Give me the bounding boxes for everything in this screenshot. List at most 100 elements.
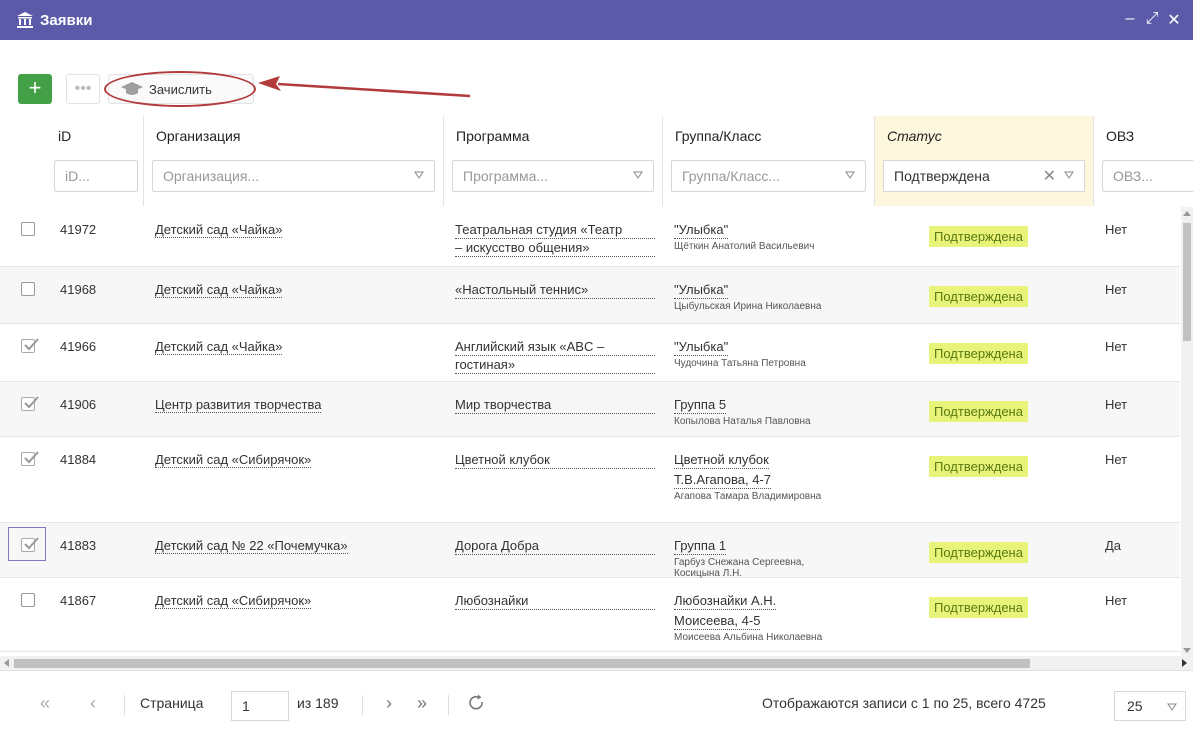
ovz-value: Нет <box>1105 593 1128 608</box>
teacher-name: Гарбуз Снежана Сергеевна, Косицына Л.Н. <box>674 557 805 579</box>
program-link[interactable]: Дорога Добра <box>455 537 655 555</box>
cell-id: 41972 <box>60 221 96 238</box>
row-checkbox[interactable] <box>21 396 39 411</box>
application-id: 41883 <box>60 538 97 553</box>
scroll-up-icon[interactable] <box>1183 211 1191 216</box>
page-number-input[interactable]: 1 <box>231 691 289 721</box>
table-row[interactable]: 41906 Центр развития творчества Мир творче… <box>0 382 1180 437</box>
horizontal-scrollbar[interactable] <box>0 656 1193 670</box>
organization-link[interactable]: Детский сад № 22 «Почемучка» <box>155 538 348 554</box>
cell-id: 41906 <box>60 396 96 413</box>
group-link[interactable]: "Улыбка" <box>674 281 729 299</box>
maximize-icon[interactable]: ⤢ <box>1145 10 1159 30</box>
status-filter-select[interactable]: Подтверждена ✕ <box>883 160 1085 192</box>
cell-ovz: Да <box>1105 537 1121 554</box>
group-link[interactable]: Группа 1 <box>674 537 727 555</box>
group-link[interactable]: Моисеева, 4-5 <box>674 612 761 630</box>
add-button[interactable]: + <box>18 74 52 104</box>
cell-id: 41966 <box>60 338 96 355</box>
close-icon[interactable]: ✕ <box>1167 10 1181 30</box>
teacher-name: Моисеева Альбина Николаевна <box>674 632 823 643</box>
group-link[interactable]: Т.В.Агапова, 4-7 <box>674 471 772 489</box>
ovz-value: Да <box>1105 538 1122 553</box>
first-page-icon[interactable]: « <box>40 693 50 714</box>
row-checkbox[interactable] <box>21 222 35 236</box>
organization-filter-select[interactable]: Организация... <box>152 160 435 192</box>
column-header-id[interactable]: iD <box>46 116 146 156</box>
row-checkbox[interactable] <box>21 282 35 296</box>
table-row[interactable]: 41867 Детский сад «Сибирячок» Любознайки Лю… <box>0 578 1180 652</box>
row-checkbox[interactable] <box>21 338 39 353</box>
program-link[interactable]: «Настольный теннис» <box>455 281 655 299</box>
column-header-status[interactable]: Статус <box>874 116 1093 156</box>
horizontal-scroll-thumb[interactable] <box>14 659 1030 668</box>
clear-filter-icon[interactable]: ✕ <box>1043 166 1056 186</box>
id-filter-input[interactable]: iD... <box>54 160 138 192</box>
row-checkbox[interactable] <box>21 593 35 607</box>
organization-link[interactable]: Детский сад «Сибирячок» <box>155 593 312 609</box>
records-summary: Отображаются записи с 1 по 25, всего 472… <box>762 695 1046 711</box>
minimize-icon[interactable]: ‒ <box>1123 10 1137 30</box>
group-link[interactable]: Цветной клубок <box>674 451 769 469</box>
cell-organization: Детский сад «Сибирячок» <box>155 451 312 468</box>
group-filter-select[interactable]: Группа/Класс... <box>671 160 866 192</box>
program-link[interactable]: Театральная студия «Театр <box>455 221 655 239</box>
last-page-icon[interactable]: » <box>417 693 427 714</box>
program-link[interactable]: Цветной клубок <box>455 451 655 469</box>
scroll-right-icon[interactable] <box>1182 659 1187 667</box>
program-link[interactable]: – искусство общения» <box>455 239 655 257</box>
cell-program: Английский язык «ABC – гостиная» <box>455 338 655 374</box>
scroll-down-icon[interactable] <box>1183 648 1191 653</box>
filter-cell-group: Группа/Класс... <box>662 156 874 206</box>
enroll-button[interactable]: Зачислить <box>108 74 254 104</box>
organization-link[interactable]: Центр развития творчества <box>155 397 322 413</box>
program-link[interactable]: Любознайки <box>455 592 655 610</box>
table-row[interactable]: 41968 Детский сад «Чайка» «Настольный тенн… <box>0 267 1180 324</box>
prev-page-icon[interactable]: ‹ <box>90 693 96 714</box>
teacher-name: Агапова Тамара Владимировна <box>674 491 822 502</box>
cell-ovz: Нет <box>1105 592 1127 609</box>
organization-link[interactable]: Детский сад «Чайка» <box>155 339 283 355</box>
group-link[interactable]: Любознайки А.Н. <box>674 592 777 610</box>
group-link[interactable]: Группа 5 <box>674 396 727 414</box>
program-link[interactable]: Мир творчества <box>455 396 655 414</box>
filter-cell-status: Подтверждена ✕ <box>874 156 1093 206</box>
column-header-program[interactable]: Программа <box>443 116 662 156</box>
cell-organization: Детский сад «Чайка» <box>155 221 283 238</box>
cell-program: «Настольный теннис» <box>455 281 655 299</box>
refresh-icon[interactable] <box>466 693 486 713</box>
page-size-select[interactable]: 25 <box>1114 691 1186 721</box>
plus-icon: + <box>28 75 42 100</box>
more-button[interactable]: ••• <box>66 74 100 104</box>
program-link[interactable]: гостиная» <box>455 356 655 374</box>
cell-organization: Детский сад «Чайка» <box>155 281 283 298</box>
organization-link[interactable]: Детский сад «Чайка» <box>155 222 283 238</box>
table-row[interactable]: 41966 Детский сад «Чайка» Английский язык … <box>0 324 1180 382</box>
vertical-scroll-thumb[interactable] <box>1183 223 1191 341</box>
pagination-bar: « ‹ Страница 1 из 189 › » Отображаются з… <box>0 670 1193 741</box>
scroll-left-icon[interactable] <box>4 659 9 667</box>
next-page-icon[interactable]: › <box>386 693 392 714</box>
application-id: 41906 <box>60 397 97 412</box>
table-row[interactable]: 41972 Детский сад «Чайка» Театральная студ… <box>0 207 1180 267</box>
column-header-organization[interactable]: Организация <box>143 116 443 156</box>
row-checkbox[interactable] <box>21 537 39 552</box>
vertical-scrollbar[interactable] <box>1181 207 1193 656</box>
group-link[interactable]: "Улыбка" <box>674 338 729 356</box>
organization-link[interactable]: Детский сад «Чайка» <box>155 282 283 298</box>
column-header-ovz[interactable]: ОВЗ <box>1093 116 1193 156</box>
page-label: Страница <box>140 695 204 711</box>
column-header-group[interactable]: Группа/Класс <box>662 116 874 156</box>
program-link[interactable]: Английский язык «ABC – <box>455 338 655 356</box>
organization-link[interactable]: Детский сад «Сибирячок» <box>155 452 312 468</box>
row-checkbox[interactable] <box>21 451 39 466</box>
ovz-value: Нет <box>1105 397 1128 412</box>
group-filter-placeholder: Группа/Класс... <box>682 168 781 184</box>
cell-organization: Детский сад № 22 «Почемучка» <box>155 537 348 554</box>
table-row[interactable]: 41884 Детский сад «Сибирячок» Цветной клуб… <box>0 437 1180 523</box>
group-link[interactable]: "Улыбка" <box>674 221 729 239</box>
window-titlebar: Заявки ‒ ⤢ ✕ <box>0 0 1193 40</box>
program-filter-select[interactable]: Программа... <box>452 160 654 192</box>
table-row[interactable]: 41883 Детский сад № 22 «Почемучка» Дорога … <box>0 523 1180 579</box>
ovz-filter-select[interactable]: ОВЗ... <box>1102 160 1193 192</box>
